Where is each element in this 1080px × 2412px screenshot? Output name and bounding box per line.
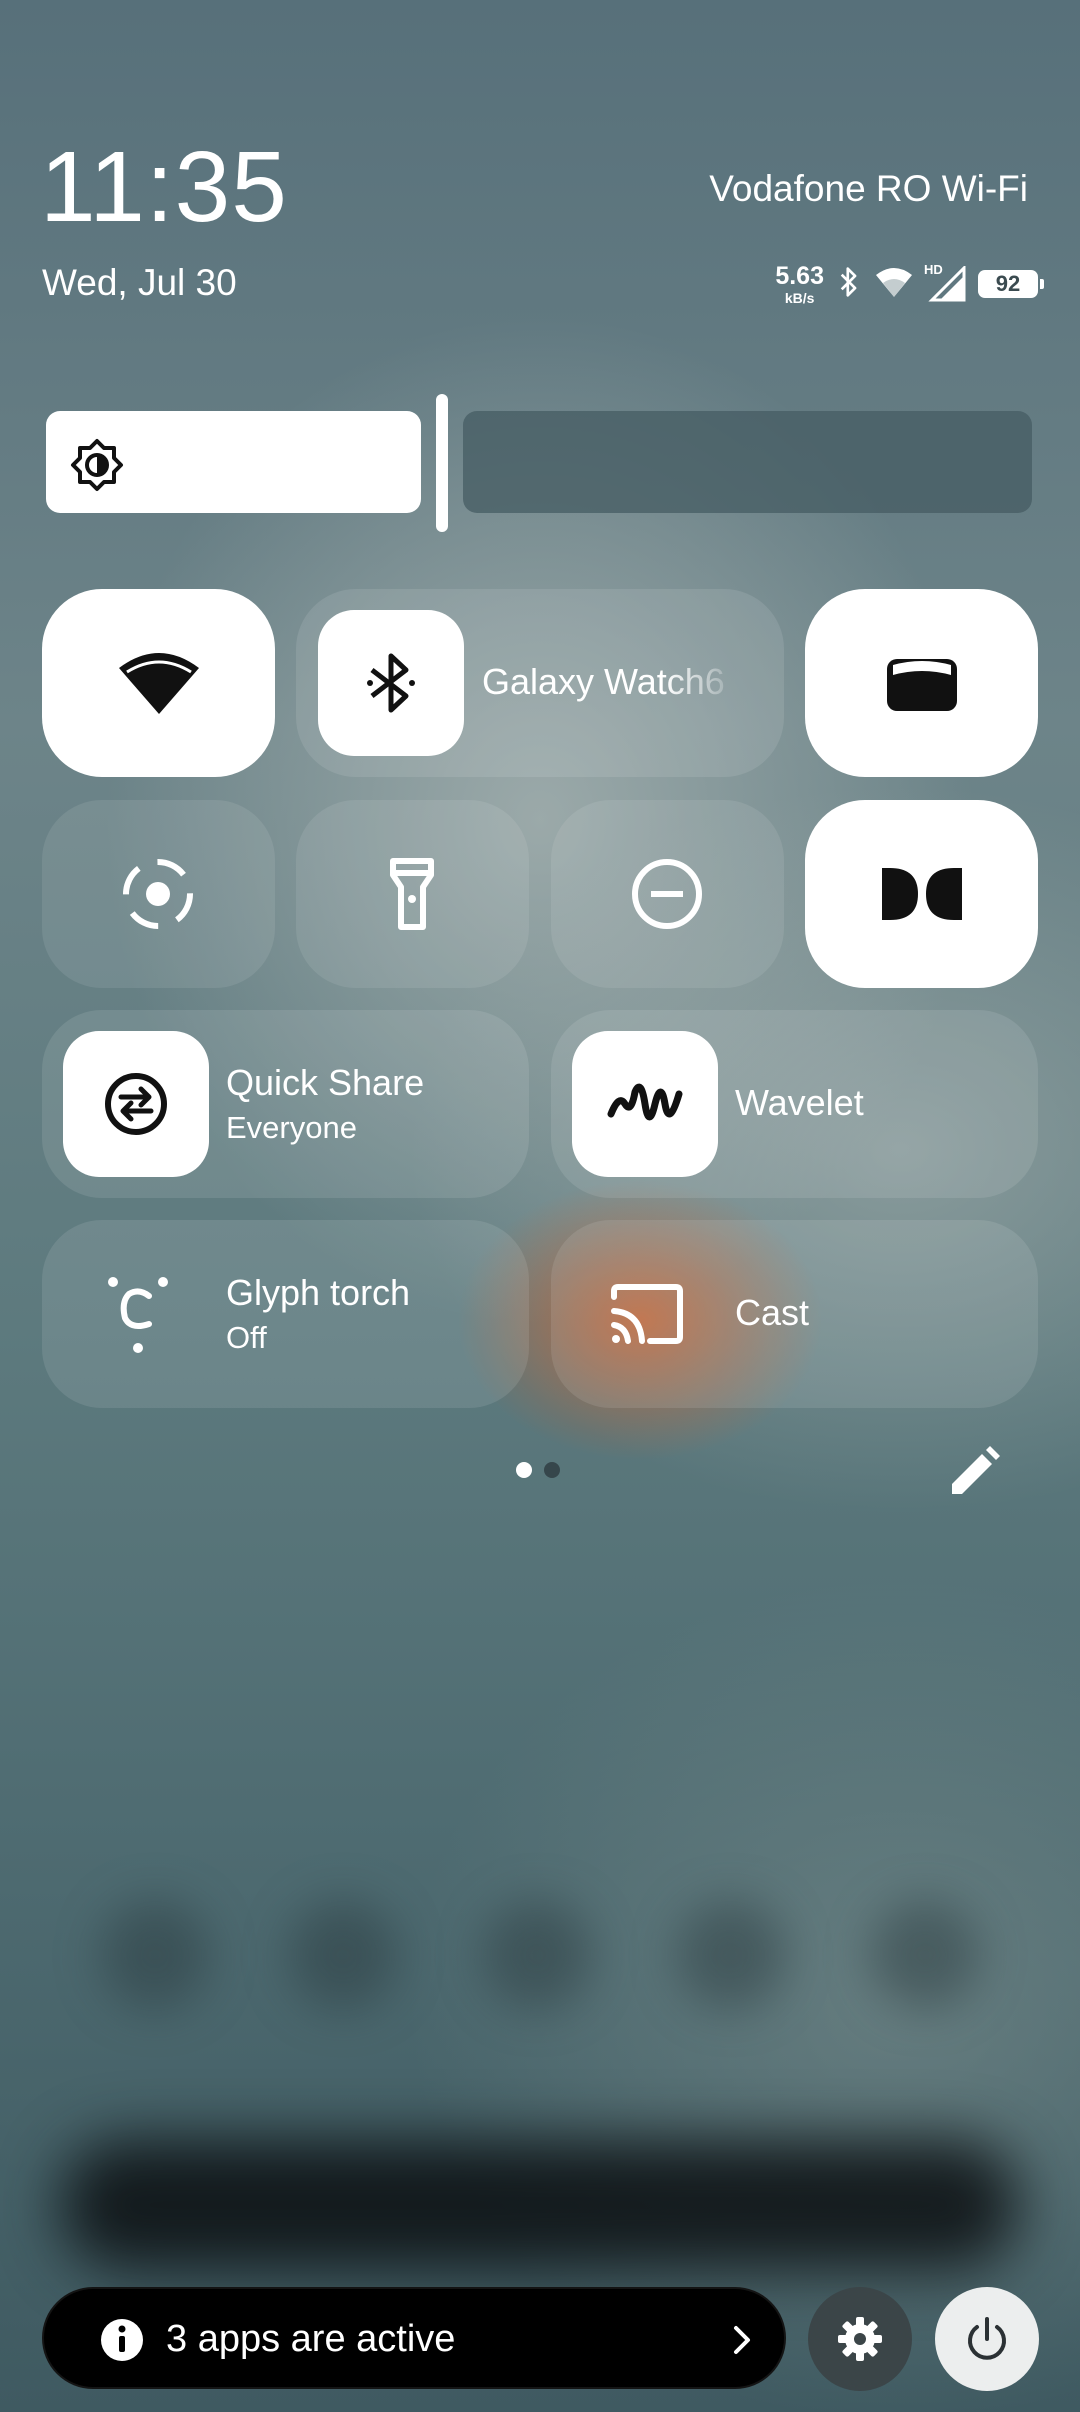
quick-share-sublabel: Everyone	[226, 1110, 357, 1145]
page-dot	[544, 1462, 560, 1478]
page-dot-active	[516, 1462, 532, 1478]
brightness-handle[interactable]	[436, 394, 448, 532]
active-apps-button[interactable]: 3 apps are active	[42, 2287, 786, 2389]
wavelet-icon	[607, 1083, 683, 1121]
edit-tiles-button[interactable]	[944, 1442, 1004, 1502]
bluetooth-icon-box	[318, 610, 464, 756]
glyph-torch-tile[interactable]: Glyph torch Off	[42, 1220, 529, 1408]
cast-tile[interactable]: Cast	[551, 1220, 1038, 1408]
status-icons: 5.63 kB/s HD 92	[775, 261, 1044, 306]
wifi-status-icon	[874, 265, 914, 304]
glyph-torch-icon	[98, 1274, 178, 1354]
cellular-signal-icon: HD	[924, 262, 968, 302]
date[interactable]: Wed, Jul 30	[42, 262, 237, 304]
flashlight-tile[interactable]	[296, 800, 529, 988]
quick-share-icon	[105, 1073, 167, 1135]
glyph-torch-sublabel: Off	[226, 1320, 267, 1355]
wallet-tile[interactable]	[805, 589, 1038, 777]
blurred-app-icon	[482, 1900, 592, 2010]
bluetooth-icon	[367, 653, 415, 713]
wifi-icon	[115, 639, 203, 727]
auto-rotate-tile[interactable]	[42, 800, 275, 988]
blurred-search-bar	[60, 2140, 1020, 2270]
quick-share-label: Quick Share	[226, 1062, 425, 1103]
gear-icon	[838, 2317, 882, 2361]
brightness-slider[interactable]	[46, 394, 1032, 532]
info-icon	[101, 2319, 143, 2361]
quick-share-icon-box	[63, 1031, 209, 1177]
active-apps-text: 3 apps are active	[166, 2318, 456, 2360]
do-not-disturb-tile[interactable]	[551, 800, 784, 988]
carrier-name: Vodafone RO Wi-Fi	[709, 168, 1028, 209]
dolby-icon	[875, 860, 969, 928]
net-speed-unit: kB/s	[784, 289, 815, 306]
net-speed: 5.63 kB/s	[775, 261, 824, 306]
bluetooth-status-icon	[834, 265, 864, 304]
settings-button[interactable]	[808, 2287, 912, 2391]
brightness-icon	[71, 439, 123, 491]
cast-label: Cast	[735, 1292, 810, 1333]
blurred-app-icon	[676, 1900, 786, 2010]
battery-level: 92	[995, 271, 1021, 296]
wavelet-tile[interactable]: Wavelet	[551, 1010, 1038, 1198]
bluetooth-tile[interactable]: Galaxy Watch6	[296, 589, 784, 777]
cast-icon	[607, 1276, 687, 1352]
wifi-tile[interactable]	[42, 589, 275, 777]
brightness-fill[interactable]	[46, 411, 421, 513]
power-button[interactable]	[935, 2287, 1039, 2391]
auto-rotate-icon	[118, 854, 198, 934]
wavelet-icon-box	[572, 1031, 718, 1177]
dolby-tile[interactable]	[805, 800, 1038, 988]
wavelet-label: Wavelet	[735, 1082, 864, 1123]
do-not-disturb-icon	[627, 854, 707, 934]
page-indicator	[516, 1462, 560, 1478]
clock[interactable]: 11:35	[40, 130, 288, 245]
net-speed-value: 5.63	[775, 261, 824, 290]
bluetooth-device-label: Galaxy Watch6	[482, 661, 725, 702]
wallet-icon	[879, 641, 965, 725]
power-icon	[968, 2317, 1006, 2360]
quick-share-tile[interactable]: Quick Share Everyone	[42, 1010, 529, 1198]
battery-icon: 92	[978, 270, 1044, 298]
blurred-app-icon	[288, 1900, 398, 2010]
flashlight-icon	[372, 854, 452, 934]
blurred-app-icon	[100, 1900, 210, 2010]
brightness-track[interactable]	[463, 411, 1032, 513]
pencil-icon	[952, 1446, 1000, 1494]
chevron-right-icon	[734, 2326, 750, 2354]
glyph-torch-label: Glyph torch	[226, 1272, 411, 1313]
blurred-app-icon	[870, 1900, 980, 2010]
